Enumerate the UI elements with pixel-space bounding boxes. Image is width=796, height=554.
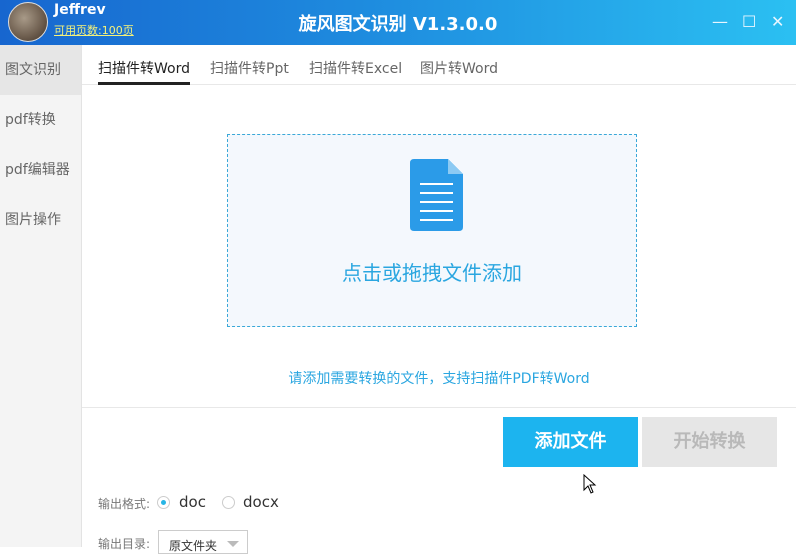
close-button[interactable]: ✕ (771, 12, 784, 31)
hint-text: 请添加需要转换的文件，支持扫描件PDF转Word (288, 371, 590, 387)
add-file-button[interactable]: 添加文件 (503, 417, 638, 467)
dropzone-text: 点击或拖拽文件添加 (342, 261, 522, 285)
format-doc-label[interactable]: doc (179, 493, 206, 511)
output-dir-value: 原文件夹 (169, 539, 218, 553)
tab-image-to-word[interactable]: 图片转Word (420, 58, 498, 78)
app-title: 旋风图文识别 V1.3.0.0 (298, 14, 498, 35)
minimize-button[interactable]: — (712, 12, 728, 31)
output-dir-select[interactable]: 原文件夹 (158, 530, 248, 554)
format-docx-label[interactable]: docx (243, 493, 279, 511)
mouse-cursor-icon (583, 474, 597, 494)
title-bar: Jeffrev 可用页数:100页 旋风图文识别 V1.3.0.0 — ☐ ✕ (0, 0, 796, 45)
format-doc-radio[interactable] (157, 496, 170, 509)
sidebar-item-ocr[interactable]: 图文识别 (0, 45, 81, 95)
output-format-label: 输出格式: (98, 497, 151, 511)
maximize-button[interactable]: ☐ (742, 12, 756, 31)
document-icon (410, 159, 463, 231)
tab-scan-to-word[interactable]: 扫描件转Word (98, 58, 190, 85)
output-dir-label: 输出目录: (98, 537, 151, 551)
start-convert-button[interactable]: 开始转换 (642, 417, 777, 467)
format-docx-radio[interactable] (222, 496, 235, 509)
chevron-down-icon (227, 541, 239, 547)
file-dropzone[interactable]: 点击或拖拽文件添加 (227, 134, 637, 327)
tab-bar: 扫描件转Word 扫描件转Ppt 扫描件转Excel 图片转Word (82, 45, 796, 85)
sidebar-item-pdf-convert[interactable]: pdf转换 (0, 95, 81, 145)
tab-scan-to-excel[interactable]: 扫描件转Excel (309, 58, 402, 78)
sidebar-item-image-ops[interactable]: 图片操作 (0, 195, 81, 245)
sidebar: 图文识别 pdf转换 pdf编辑器 图片操作 (0, 45, 82, 547)
tab-scan-to-ppt[interactable]: 扫描件转Ppt (210, 58, 289, 78)
sidebar-item-pdf-editor[interactable]: pdf编辑器 (0, 145, 81, 195)
divider (82, 407, 796, 408)
